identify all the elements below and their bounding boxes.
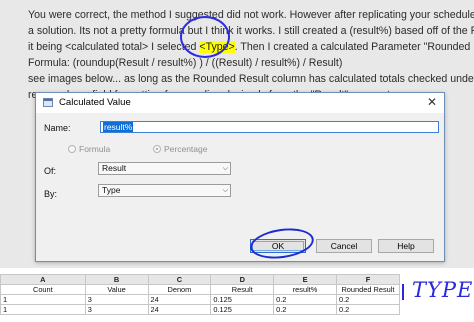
column-letter[interactable]: B	[84, 274, 149, 285]
help-button-label: Help	[397, 241, 415, 251]
annotation-stroke	[402, 284, 412, 300]
header-row: Count Value Denom Result result% Rounded…	[0, 284, 401, 295]
table-cell[interactable]: 3	[84, 294, 149, 305]
column-letter[interactable]: F	[335, 274, 401, 285]
table-cell[interactable]: 0.2	[273, 304, 337, 315]
handwritten-annotation: TYPE?	[412, 278, 474, 302]
radio-formula-label: Formula	[79, 144, 111, 154]
table-row: 1 3 24 0.125 0.2 0.2	[0, 304, 401, 315]
table-cell[interactable]: 1	[0, 304, 86, 315]
post-text-line-3: it being <calculated total> I selected <…	[28, 41, 474, 53]
by-label: By:	[44, 189, 58, 199]
table-cell[interactable]: 0.2	[335, 294, 401, 305]
radio-formula-icon	[68, 145, 76, 153]
column-letter[interactable]: C	[147, 274, 212, 285]
window-icon	[43, 98, 53, 107]
of-select-value: Result	[102, 163, 127, 173]
name-input-value: result%	[103, 122, 134, 132]
calculated-value-dialog: Calculated Value ✕ Name: result% Formula…	[35, 92, 445, 262]
table-cell[interactable]: 0.125	[210, 294, 275, 305]
post-text-line-5: see images below... as long as the Round…	[28, 73, 474, 85]
post-text-line-1: You were correct, the method I suggested…	[28, 9, 474, 21]
table-cell[interactable]: 0.2	[273, 294, 337, 305]
dialog-titlebar[interactable]: Calculated Value ✕	[36, 93, 444, 113]
post-text-line-4: Formula: (roundup(Result / result%) ) / …	[28, 57, 343, 69]
spreadsheet: A B C D E F Count Value Denom Result res…	[0, 274, 401, 322]
cancel-button-label: Cancel	[330, 241, 358, 251]
post-text-line-3-start: it being <calculated total> I selected	[28, 41, 197, 53]
cancel-button[interactable]: Cancel	[316, 239, 372, 253]
dialog-title: Calculated Value	[59, 97, 131, 108]
column-letter[interactable]: D	[210, 274, 275, 285]
close-icon[interactable]: ✕	[424, 94, 440, 111]
radio-percentage-label: Percentage	[164, 144, 208, 154]
annotation-circle-type	[180, 16, 230, 58]
post-text-line-2: a solution. Its not a pretty formula but…	[28, 25, 474, 37]
radio-percentage[interactable]: Percentage	[153, 144, 207, 154]
header-cell[interactable]: Count	[0, 284, 86, 295]
header-cell[interactable]: Denom	[147, 284, 212, 295]
radio-formula[interactable]: Formula	[68, 144, 110, 154]
column-letter-row: A B C D E F	[0, 274, 401, 285]
table-cell[interactable]: 24	[147, 294, 212, 305]
header-cell[interactable]: Result	[210, 284, 275, 295]
column-letter[interactable]: E	[273, 274, 337, 285]
table-cell[interactable]: 0.2	[335, 304, 401, 315]
spreadsheet-table: A B C D E F Count Value Denom Result res…	[0, 274, 401, 315]
header-cell[interactable]: result%	[273, 284, 337, 295]
post-text-line-3-end: . Then I created a calculated Parameter …	[234, 41, 474, 53]
table-cell[interactable]: 24	[147, 304, 212, 315]
radio-percentage-icon	[153, 145, 161, 153]
help-button[interactable]: Help	[378, 239, 434, 253]
table-cell[interactable]: 0.125	[210, 304, 275, 315]
column-letter[interactable]: A	[0, 274, 86, 285]
chevron-down-icon: ⌵	[222, 187, 228, 194]
table-cell[interactable]: 3	[84, 304, 149, 315]
table-cell[interactable]: 1	[0, 294, 86, 305]
header-cell[interactable]: Rounded Result	[335, 284, 401, 295]
header-cell[interactable]: Value	[84, 284, 149, 295]
name-label: Name:	[44, 123, 71, 133]
table-row: 1 3 24 0.125 0.2 0.2	[0, 294, 401, 305]
name-input[interactable]: result%	[100, 121, 439, 133]
chevron-down-icon: ⌵	[222, 165, 228, 172]
of-select[interactable]: Result ⌵	[98, 162, 231, 175]
by-select[interactable]: Type ⌵	[98, 184, 231, 197]
by-select-value: Type	[102, 185, 121, 195]
of-label: Of:	[44, 166, 57, 176]
